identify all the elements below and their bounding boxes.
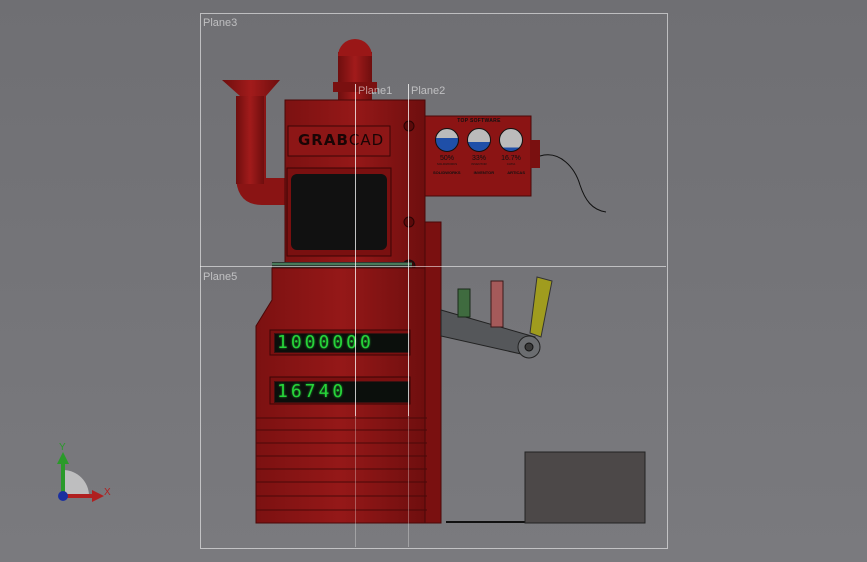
- gauge-2-sub: INVENTOR: [471, 162, 487, 166]
- counter-bottom-display: 16740: [274, 381, 410, 403]
- gauge-1-label: SOLIDWORKS: [433, 170, 461, 175]
- plane1-line-faint: [355, 416, 356, 547]
- gauge-3-label: ARTICAS: [507, 170, 525, 175]
- gauge-3-dial: [499, 128, 523, 152]
- plane1-label: Plane1: [358, 85, 393, 97]
- logo-left-text: GRAB: [298, 131, 349, 149]
- gauge-3-value: 16.7%: [501, 155, 521, 162]
- gauge-2-label: INVENTOR: [473, 170, 495, 175]
- gauge-1-sub: SOLIDWORKS: [436, 162, 458, 166]
- triad-x-label: X: [104, 487, 111, 498]
- side-funnel-pipe: [222, 80, 290, 205]
- gauge-3-sub: CATIA: [506, 162, 516, 166]
- gauge-2-value: 33%: [471, 155, 486, 162]
- gauge-1-value: 50%: [439, 155, 454, 162]
- gauge-1: 50% SOLIDWORKS: [435, 128, 459, 166]
- gauge-3: 16.7% CATIA: [499, 128, 523, 166]
- coordinate-triad: Y X: [50, 440, 120, 510]
- panel-title: TOP SOFTWARE: [457, 118, 501, 124]
- lever-arm: [440, 276, 553, 359]
- stats-panel: TOP SOFTWARE 50% SOLIDWORKS 33% INVENTOR…: [430, 118, 528, 194]
- plane5-label: Plane5: [203, 271, 238, 283]
- plane2-label: Plane2: [411, 85, 446, 97]
- gauge-2: 33% INVENTOR: [467, 128, 491, 166]
- plane1-line[interactable]: [355, 84, 356, 416]
- plane5-line[interactable]: [200, 266, 666, 267]
- triad-y-label: Y: [59, 442, 66, 453]
- counter-top-display: 1000000: [274, 333, 410, 353]
- graphics-viewport[interactable]: Plane3 GRABCAD TOP SOFTWARE 50% SOLIDWOR…: [0, 0, 867, 562]
- grabcad-logo: GRABCAD: [298, 131, 384, 149]
- grey-box-part: [524, 451, 646, 524]
- plane2-line[interactable]: [408, 84, 409, 416]
- plane2-line-faint: [408, 416, 409, 547]
- gauge-2-dial: [467, 128, 491, 152]
- gauge-1-dial: [435, 128, 459, 152]
